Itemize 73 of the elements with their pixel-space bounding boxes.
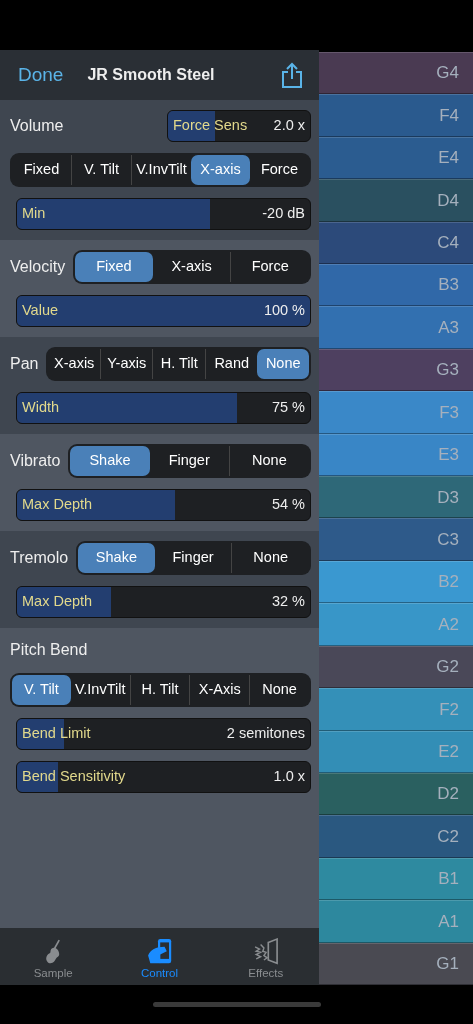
segment[interactable]: Shake (70, 446, 150, 476)
share-icon[interactable] (281, 62, 303, 88)
piano-key[interactable]: G3 (319, 348, 473, 392)
window-title: JR Smooth Steel (87, 65, 216, 85)
slider[interactable]: Value 100 % (16, 295, 311, 327)
segment[interactable]: None (228, 446, 309, 476)
slider[interactable]: Min -20 dB (16, 198, 311, 230)
section-title: Pitch Bend (10, 640, 88, 660)
slider-value: -20 dB (262, 204, 305, 224)
slider-value: 32 % (271, 592, 305, 612)
piano-key[interactable]: G4 (319, 52, 473, 95)
slider-value: 2.0 x (273, 116, 305, 136)
slider-label: Min (22, 204, 46, 224)
slider[interactable]: Max Depth 32 % (16, 586, 311, 618)
segment[interactable]: Force (250, 155, 309, 185)
segmented-control[interactable]: Shake Finger None (76, 541, 311, 575)
segment[interactable]: Finger (149, 446, 229, 476)
tab[interactable]: Effects (212, 928, 319, 985)
segment[interactable]: None (231, 543, 309, 573)
tab[interactable]: Sample (0, 928, 107, 985)
segment[interactable]: X-axis (48, 349, 100, 379)
piano-key[interactable]: C4 (319, 221, 473, 265)
violin-icon (46, 939, 61, 965)
slider[interactable]: Width 75 % (16, 392, 311, 424)
slider-label: Force Sens (173, 116, 248, 136)
done-button[interactable]: Done (18, 60, 64, 90)
fan-icon (253, 938, 278, 965)
segmented-control[interactable]: Fixed V. Tilt V.InvTilt X-axis Force (10, 153, 311, 187)
slider-value: 75 % (271, 398, 305, 418)
tab[interactable]: Control (106, 928, 213, 985)
slider-label: Bend Sensitivity (22, 767, 126, 787)
slider-value: 54 % (271, 495, 305, 515)
piano-key[interactable]: G1 (319, 942, 473, 985)
segment[interactable]: V. Tilt (71, 155, 131, 185)
segmented-control[interactable]: X-axis Y-axis H. Tilt Rand None (46, 347, 311, 381)
segment[interactable]: V.InvTilt (70, 675, 130, 705)
segmented-control[interactable]: V. Tilt V.InvTilt H. Tilt X-Axis None (10, 673, 311, 707)
section-title: Velocity (10, 257, 66, 277)
slider[interactable]: Force Sens 2.0 x (167, 110, 311, 142)
segment[interactable]: None (257, 349, 309, 379)
segment[interactable]: X-Axis (189, 675, 250, 705)
slider-value: 2 semitones (226, 724, 305, 744)
piano-key[interactable]: G2 (319, 645, 473, 689)
segment[interactable]: Shake (78, 543, 155, 573)
slider[interactable]: Bend Limit 2 semitones (16, 718, 311, 750)
segment[interactable]: Fixed (75, 252, 153, 282)
slider-label: Value (22, 301, 58, 321)
segment[interactable]: Finger (154, 543, 232, 573)
segmented-control[interactable]: Fixed X-axis Force (73, 250, 311, 284)
segment[interactable]: X-axis (191, 155, 250, 185)
segment[interactable]: None (249, 675, 309, 705)
section-title: Tremolo (10, 548, 69, 568)
segmented-control[interactable]: Shake Finger None (68, 444, 311, 478)
slider[interactable]: Bend Sensitivity 1.0 x (16, 761, 311, 793)
section-title: Pan (10, 354, 39, 374)
slider-value: 1.0 x (273, 767, 305, 787)
segment[interactable]: V. Tilt (12, 675, 71, 705)
hand-phone-icon (146, 938, 173, 965)
segment[interactable]: Y-axis (99, 349, 153, 379)
slider-label: Bend Limit (22, 724, 91, 744)
piano-key[interactable]: D4 (319, 179, 473, 222)
slider-label: Width (22, 398, 60, 418)
segment[interactable]: H. Tilt (152, 349, 205, 379)
section-title: Volume (10, 116, 64, 136)
slider-label: Max Depth (22, 592, 93, 612)
segment[interactable]: Fixed (12, 155, 71, 185)
slider-value: 100 % (263, 301, 305, 321)
segment[interactable]: X-axis (152, 252, 231, 282)
section-title: Vibrato (10, 451, 61, 471)
segment[interactable]: H. Tilt (129, 675, 190, 705)
segment[interactable]: Force (230, 252, 309, 282)
slider-label: Max Depth (22, 495, 93, 515)
slider[interactable]: Max Depth 54 % (16, 489, 311, 521)
